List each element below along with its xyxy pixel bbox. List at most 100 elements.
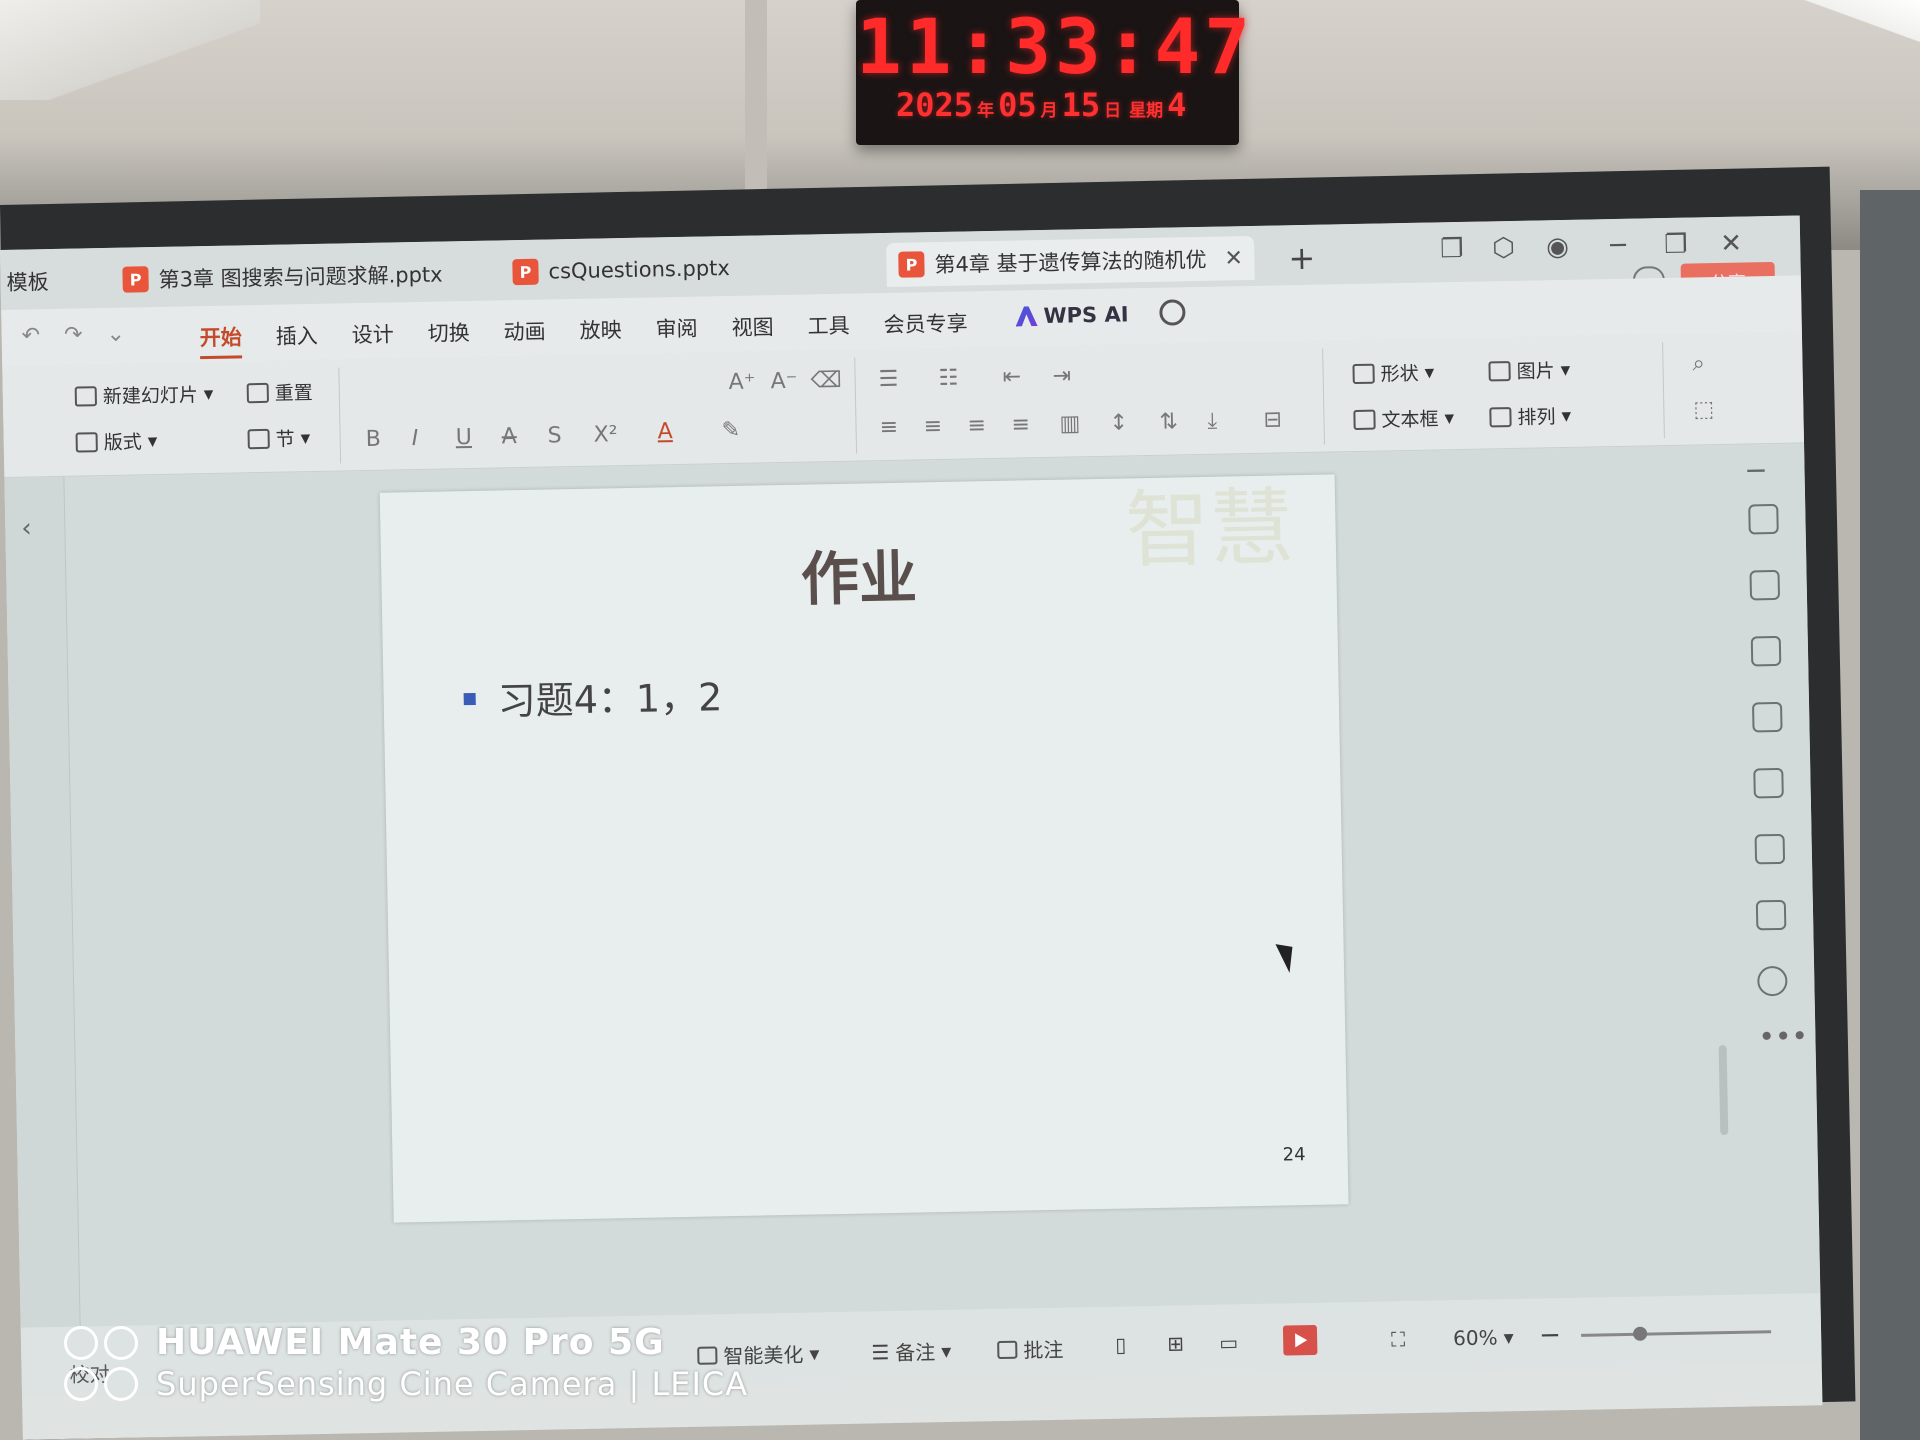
indent-icon[interactable]: ⇥: [1052, 363, 1071, 388]
vertical-scrollbar[interactable]: [1704, 445, 1733, 1205]
menu-review[interactable]: 审阅: [655, 313, 698, 344]
chevron-down-icon: ▾: [1424, 360, 1435, 384]
align-right-icon[interactable]: ≡: [967, 413, 986, 438]
shape-icon: [1352, 363, 1375, 384]
highlight-icon[interactable]: ✎: [721, 418, 740, 443]
close-window-icon[interactable]: ✕: [1720, 229, 1742, 259]
align-left-icon[interactable]: ≡: [879, 415, 898, 440]
comment-icon[interactable]: [1750, 635, 1782, 667]
window-tile-icon[interactable]: ❐: [1440, 234, 1464, 264]
menu-design[interactable]: 设计: [351, 318, 394, 349]
align-center-icon[interactable]: ≡: [923, 414, 942, 439]
outdent-icon[interactable]: ⇤: [1002, 364, 1021, 389]
menu-animation[interactable]: 动画: [503, 316, 546, 347]
tab-chapter4[interactable]: P 第4章 基于遗传算法的随机优 ✕: [886, 235, 1256, 287]
wps-ai-button[interactable]: WPS AI: [1015, 302, 1129, 328]
new-slide-button[interactable]: 新建幻灯片 ▾: [74, 380, 214, 410]
slide-bullet-item[interactable]: 习题4：1，2: [463, 666, 723, 726]
zoom-out-icon[interactable]: −: [1539, 1320, 1561, 1350]
clock-year-unit: 年: [977, 101, 995, 121]
fit-window-icon[interactable]: ⛶: [1391, 1327, 1405, 1351]
slide-thumbnail-panel[interactable]: ‹: [4, 476, 81, 1328]
undo-redo-icons[interactable]: ↶↷⌄: [21, 321, 149, 348]
textbox-button[interactable]: 文本框 ▾: [1353, 404, 1454, 433]
animation-icon[interactable]: [1754, 833, 1786, 865]
reset-icon: [246, 382, 269, 403]
ppt-file-icon: P: [512, 258, 539, 286]
avatar[interactable]: ◉: [1546, 232, 1569, 262]
minimize-icon[interactable]: ─: [1610, 231, 1626, 261]
italic-button[interactable]: I: [411, 426, 418, 451]
section-button[interactable]: 节 ▾: [247, 424, 310, 452]
line-spacing-icon[interactable]: ↕: [1109, 410, 1128, 435]
zoom-slider[interactable]: [1581, 1330, 1772, 1337]
shape-button[interactable]: 形状 ▾: [1352, 358, 1434, 387]
superscript-button[interactable]: X²: [593, 422, 617, 447]
book-icon[interactable]: [1755, 899, 1787, 931]
chevron-down-icon: ▾: [941, 1338, 952, 1363]
play-slideshow-button[interactable]: [1282, 1324, 1318, 1356]
search-icon[interactable]: [1159, 299, 1186, 326]
properties-icon[interactable]: [1748, 503, 1779, 535]
theme-icon[interactable]: [1753, 767, 1784, 799]
picture-label: 图片: [1516, 360, 1555, 383]
tab-chapter3[interactable]: P 第3章 图搜索与问题求解.pptx: [110, 251, 455, 302]
tab-templates[interactable]: 模板: [0, 259, 61, 304]
collapse-icon[interactable]: ─: [1747, 454, 1764, 487]
menu-member[interactable]: 会员专享: [883, 307, 968, 339]
cube-icon[interactable]: ⬡: [1492, 233, 1515, 263]
chevron-down-icon: ▾: [147, 429, 158, 452]
zoom-value[interactable]: 60% ▾: [1453, 1325, 1514, 1350]
scrollbar-thumb[interactable]: [1718, 1045, 1729, 1136]
close-icon[interactable]: ✕: [1224, 246, 1243, 271]
notes-button[interactable]: ☰ 备注 ▾: [871, 1336, 952, 1367]
find-icon[interactable]: ⌕: [1692, 351, 1705, 376]
strikethrough-button[interactable]: A: [501, 424, 517, 449]
tab-csquestions[interactable]: P csQuestions.pptx: [500, 246, 742, 295]
ppt-file-icon: P: [898, 251, 925, 278]
picture-button[interactable]: 图片 ▾: [1488, 356, 1570, 385]
notes-icon: ☰: [871, 1339, 890, 1364]
zoom-slider-handle[interactable]: [1632, 1326, 1648, 1341]
chevron-down-icon: ▾: [1444, 406, 1455, 429]
star-icon[interactable]: [1749, 569, 1781, 601]
more-icon[interactable]: •••: [1758, 1019, 1808, 1053]
camera-watermark-lens: SuperSensing Cine Camera | LEICA: [64, 1365, 748, 1403]
tools-icon[interactable]: [1752, 701, 1783, 733]
decrease-font-icon[interactable]: A⁻: [770, 369, 797, 395]
clear-format-icon[interactable]: ⌫: [810, 368, 842, 394]
justify-icon[interactable]: ≡: [1011, 412, 1030, 437]
reading-view-icon[interactable]: ▭: [1219, 1330, 1238, 1354]
bullet-list-icon[interactable]: ☰: [878, 367, 898, 392]
reset-button[interactable]: 重置: [246, 378, 314, 406]
columns-icon[interactable]: ▥: [1059, 411, 1080, 436]
menu-view[interactable]: 视图: [731, 311, 774, 342]
menu-transition[interactable]: 切换: [427, 317, 470, 348]
right-toolbar: ─ •••: [1729, 443, 1815, 1294]
bold-button[interactable]: B: [365, 427, 381, 452]
font-color-button[interactable]: A: [657, 419, 673, 444]
chevron-left-icon[interactable]: ‹: [21, 513, 32, 543]
normal-view-icon[interactable]: ▯: [1115, 1333, 1126, 1357]
text-direction-icon[interactable]: ⤓: [1207, 409, 1217, 434]
shadow-button[interactable]: S: [547, 423, 561, 448]
text-align-icon[interactable]: ⊟: [1263, 407, 1282, 432]
layout-button[interactable]: 版式 ▾: [75, 427, 157, 456]
arrange-button[interactable]: 排列 ▾: [1489, 402, 1571, 431]
menu-tools[interactable]: 工具: [807, 310, 850, 341]
select-icon[interactable]: ⬚: [1693, 397, 1714, 422]
comments-button[interactable]: 批注: [997, 1334, 1064, 1364]
underline-button[interactable]: U: [455, 425, 472, 450]
grid-view-icon[interactable]: ⊞: [1167, 1331, 1184, 1355]
menu-home[interactable]: 开始: [199, 321, 243, 360]
menu-insert[interactable]: 插入: [275, 320, 318, 351]
paragraph-spacing-icon[interactable]: ⇅: [1159, 409, 1178, 434]
increase-font-icon[interactable]: A⁺: [728, 370, 755, 396]
numbered-list-icon[interactable]: ☷: [938, 366, 958, 391]
new-tab-icon[interactable]: +: [1288, 239, 1316, 278]
slide-canvas[interactable]: 智慧 作业 习题4：1，2 24: [379, 474, 1349, 1223]
restore-icon[interactable]: ❐: [1664, 230, 1688, 260]
comments-label: 批注: [1023, 1337, 1064, 1363]
help-icon[interactable]: [1757, 965, 1788, 997]
menu-slideshow[interactable]: 放映: [579, 314, 622, 345]
